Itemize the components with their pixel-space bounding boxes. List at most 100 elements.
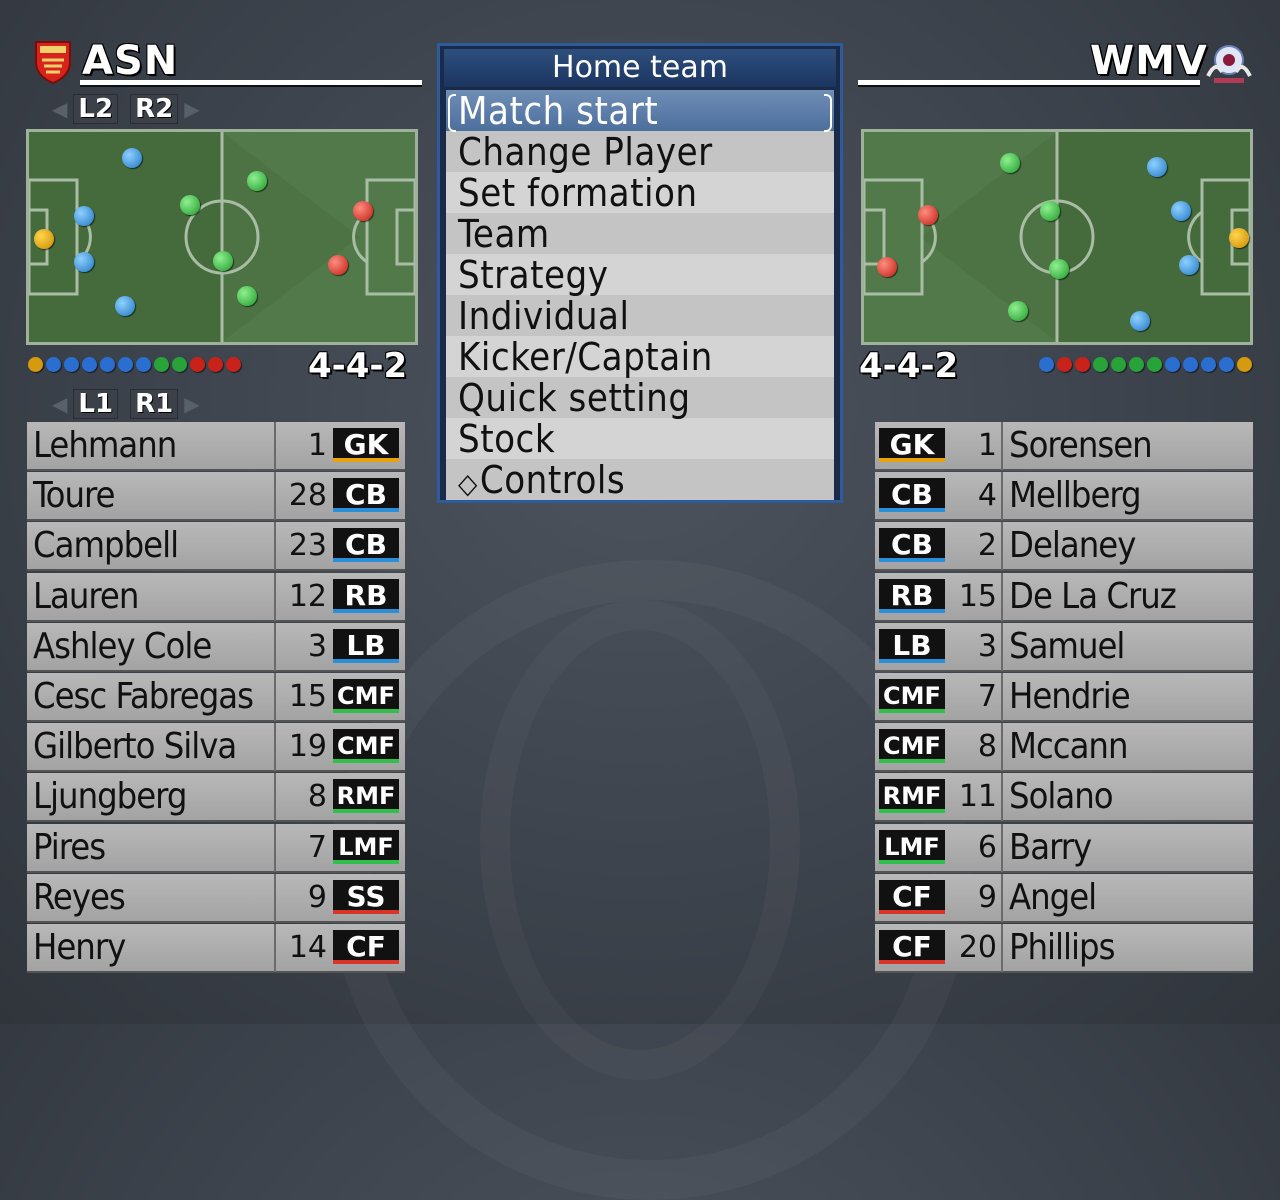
- home-team-menu: Home team Match start Change Player Set fo…: [437, 43, 843, 503]
- player-position-badge: CB: [879, 528, 945, 563]
- away-fwd-dot[interactable]: [877, 257, 897, 277]
- player-number: 23: [288, 528, 327, 564]
- player-row[interactable]: Campbell 23 CB: [27, 522, 405, 572]
- strip-dot: [64, 357, 79, 372]
- player-row[interactable]: Lehmann 1 GK: [27, 422, 405, 471]
- home-button-hint-bottom: ◀ L1 R1 ▶: [52, 389, 200, 419]
- l2-button[interactable]: L2: [73, 94, 119, 124]
- home-gk-dot[interactable]: [34, 229, 54, 249]
- player-row[interactable]: Cesc Fabregas 15 CMF: [27, 673, 405, 722]
- menu-item-label: Controls: [479, 458, 626, 502]
- player-name: Phillips: [1009, 927, 1116, 968]
- player-name: Mccann: [1009, 726, 1128, 768]
- player-number: 15: [958, 578, 997, 614]
- home-mid-dot[interactable]: [213, 251, 233, 271]
- away-mid-dot[interactable]: [1000, 153, 1020, 173]
- player-position-badge: RB: [879, 578, 945, 613]
- player-row[interactable]: CMF 8 Mccann: [875, 723, 1253, 773]
- away-mid-dot[interactable]: [1040, 201, 1060, 221]
- menu-item-set-formation[interactable]: Set formation: [446, 172, 834, 214]
- home-def-dot[interactable]: [74, 206, 94, 226]
- menu-item-change-player[interactable]: Change Player: [446, 131, 834, 173]
- player-row[interactable]: Gilberto Silva 19 CMF: [27, 723, 405, 773]
- menu-item-stock[interactable]: Stock: [446, 418, 834, 460]
- player-number: 4: [977, 478, 997, 514]
- player-row[interactable]: LMF 6 Barry: [875, 823, 1253, 873]
- home-mid-dot[interactable]: [247, 171, 267, 191]
- player-row[interactable]: CF 9 Angel: [875, 873, 1253, 923]
- player-position-badge: CF: [879, 879, 945, 914]
- player-row[interactable]: Pires 7 LMF: [27, 823, 405, 873]
- menu-item-controls[interactable]: ◇Controls: [446, 458, 834, 502]
- home-mid-dot[interactable]: [180, 195, 200, 215]
- home-mid-dot[interactable]: [237, 286, 257, 306]
- player-number: 8: [307, 779, 327, 815]
- home-fwd-dot[interactable]: [328, 255, 348, 275]
- right-arrow-icon: ▶: [184, 392, 200, 416]
- menu-item-strategy[interactable]: Strategy: [446, 254, 834, 296]
- away-fwd-dot[interactable]: [918, 205, 938, 225]
- away-gk-dot[interactable]: [1229, 228, 1249, 248]
- away-mid-dot[interactable]: [1049, 259, 1069, 279]
- player-name: Lehmann: [33, 425, 177, 466]
- menu-item-individual[interactable]: Individual: [446, 295, 834, 337]
- player-position-badge: LB: [879, 628, 945, 663]
- strip-dot: [118, 357, 133, 372]
- menu-item-team[interactable]: Team: [446, 213, 834, 255]
- home-def-dot[interactable]: [115, 296, 135, 316]
- menu-item-quick-setting[interactable]: Quick setting: [446, 377, 834, 419]
- player-row[interactable]: Lauren 12 RB: [27, 572, 405, 622]
- player-position-badge: CF: [333, 930, 399, 964]
- player-row[interactable]: Henry 14 CF: [27, 924, 405, 973]
- home-formation-label[interactable]: 4-4-2: [308, 346, 407, 386]
- player-row[interactable]: Ashley Cole 3 LB: [27, 622, 405, 672]
- player-name: Hendrie: [1009, 676, 1131, 717]
- player-row[interactable]: LB 3 Samuel: [875, 622, 1253, 672]
- away-pitch: [861, 129, 1253, 345]
- player-row[interactable]: CB 2 Delaney: [875, 522, 1253, 572]
- player-position-badge: CMF: [333, 679, 399, 713]
- home-fwd-dot[interactable]: [353, 201, 373, 221]
- player-row[interactable]: Toure 28 CB: [27, 472, 405, 522]
- player-row[interactable]: CF 20 Phillips: [875, 924, 1253, 973]
- player-row[interactable]: RB 15 De La Cruz: [875, 572, 1253, 622]
- player-row[interactable]: CMF 7 Hendrie: [875, 673, 1253, 722]
- player-position-badge: CMF: [879, 679, 945, 713]
- home-def-dot[interactable]: [122, 148, 142, 168]
- away-def-dot[interactable]: [1147, 157, 1167, 177]
- player-name: Ljungberg: [33, 776, 187, 818]
- player-name: Lauren: [33, 575, 139, 617]
- l1-button[interactable]: L1: [73, 389, 119, 419]
- controller-icon: ◇: [458, 467, 478, 500]
- away-def-dot[interactable]: [1130, 311, 1150, 331]
- player-row[interactable]: RMF 11 Solano: [875, 773, 1253, 823]
- row-separator: [274, 522, 276, 571]
- row-separator: [1001, 622, 1003, 671]
- player-name: Henry: [33, 927, 126, 968]
- home-player-dot-strip: [28, 357, 241, 372]
- strip-dot: [1201, 357, 1216, 372]
- away-def-dot[interactable]: [1171, 201, 1191, 221]
- player-name: Barry: [1009, 826, 1092, 868]
- r2-button[interactable]: R2: [130, 94, 179, 124]
- row-separator: [1001, 723, 1003, 772]
- player-name: Mellberg: [1009, 475, 1142, 517]
- menu-item-match-start[interactable]: Match start: [446, 90, 834, 132]
- player-number: 28: [288, 478, 327, 514]
- player-row[interactable]: Ljungberg 8 RMF: [27, 773, 405, 823]
- r1-button[interactable]: R1: [130, 389, 179, 419]
- player-position-badge: LMF: [333, 829, 399, 864]
- home-team-underline: [80, 80, 422, 87]
- away-def-dot[interactable]: [1179, 255, 1199, 275]
- menu-item-kicker-captain[interactable]: Kicker/Captain: [446, 336, 834, 378]
- away-mid-dot[interactable]: [1008, 301, 1028, 321]
- player-position-badge: CMF: [879, 729, 945, 764]
- player-number: 19: [288, 729, 327, 765]
- away-formation-label[interactable]: 4-4-2: [859, 346, 958, 386]
- player-row[interactable]: CB 4 Mellberg: [875, 472, 1253, 522]
- row-separator: [1001, 673, 1003, 721]
- home-def-dot[interactable]: [74, 252, 94, 272]
- player-row[interactable]: GK 1 Sorensen: [875, 422, 1253, 471]
- player-row[interactable]: Reyes 9 SS: [27, 873, 405, 923]
- player-position-badge: GK: [333, 428, 399, 462]
